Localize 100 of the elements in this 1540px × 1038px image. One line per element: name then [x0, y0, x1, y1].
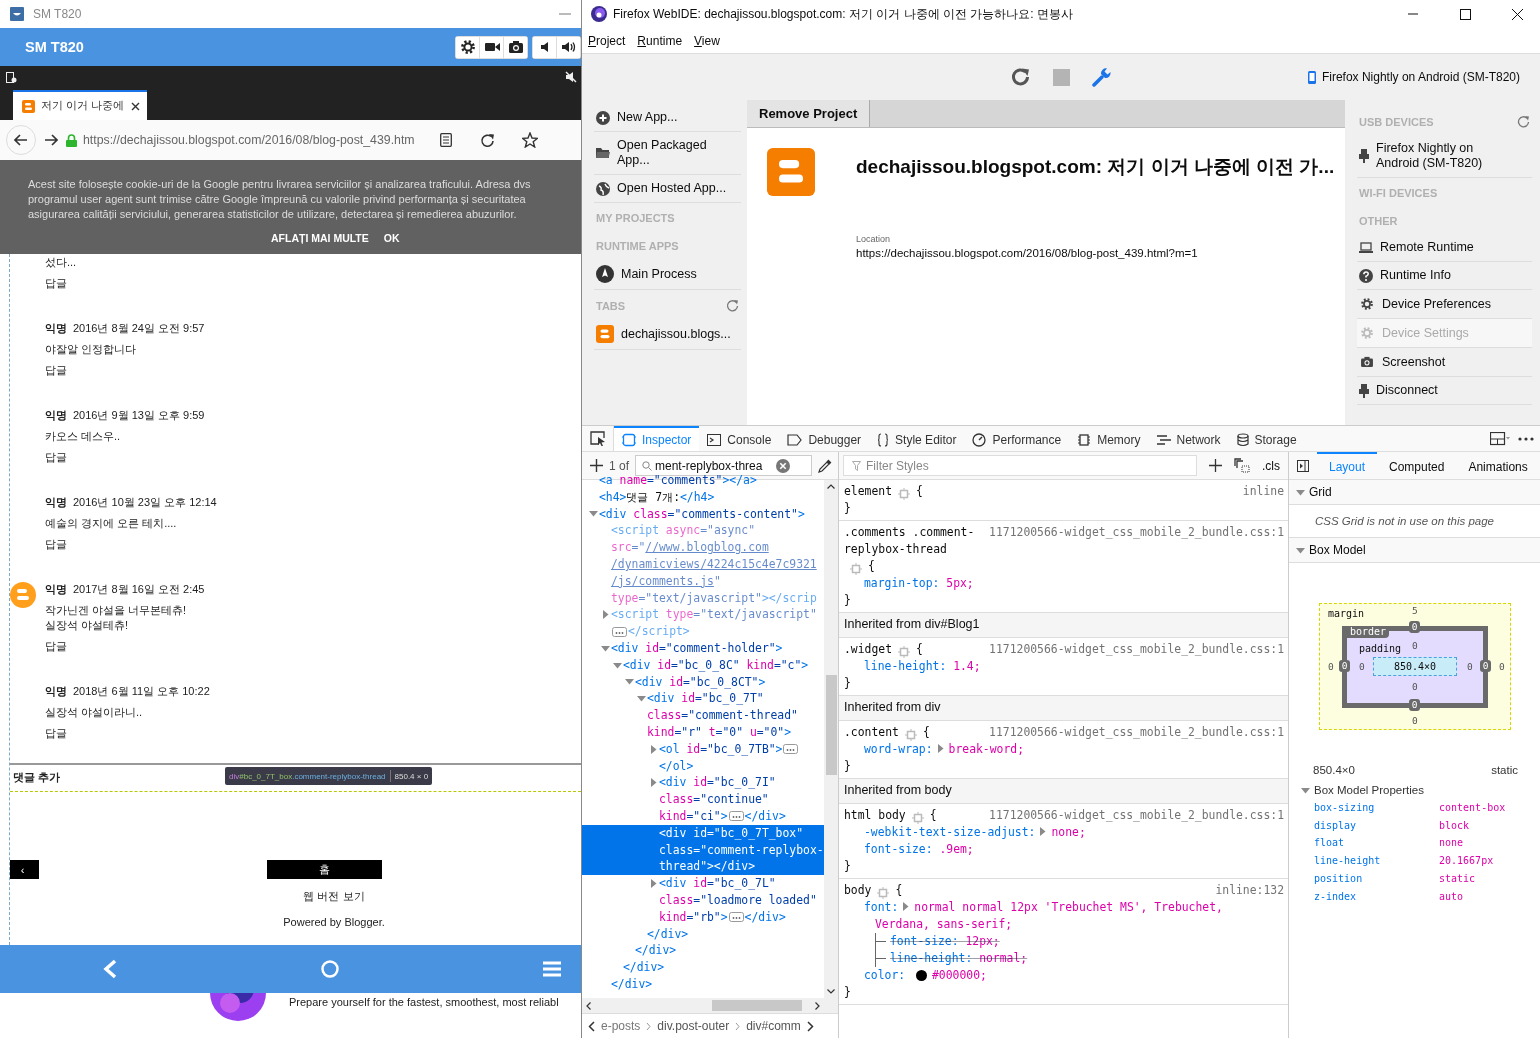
- rule-source[interactable]: 1171200566-widget_css_mobile_2_bundle.css:1: [989, 524, 1284, 541]
- chevron-right-icon[interactable]: [806, 1020, 814, 1032]
- sidebar-item[interactable]: Remote Runtime: [1357, 234, 1532, 262]
- box-value[interactable]: 5: [1412, 605, 1418, 617]
- box-value[interactable]: 0: [1467, 661, 1473, 673]
- add-node-icon[interactable]: [590, 459, 603, 472]
- box-value[interactable]: 0: [1412, 681, 1418, 693]
- collapse-icon[interactable]: [600, 643, 610, 653]
- volume-up-button[interactable]: [557, 36, 580, 58]
- devtools-tab[interactable]: Console: [699, 426, 780, 451]
- rule-source[interactable]: 1171200566-widget_css_mobile_2_bundle.css:1: [989, 724, 1284, 741]
- sidebar-item[interactable]: Main Process: [594, 259, 741, 290]
- markup-node[interactable]: <h4>댓글 7개:</h4>: [582, 488, 824, 506]
- refresh-icon[interactable]: [726, 299, 739, 312]
- close-icon[interactable]: [1511, 8, 1523, 20]
- color-swatch[interactable]: [916, 970, 927, 981]
- scrollbar[interactable]: [824, 480, 838, 998]
- home-button[interactable]: 홈: [267, 860, 382, 879]
- scrollbar-thumb[interactable]: [712, 1000, 802, 1011]
- sidebar-item[interactable]: Screenshot: [1357, 348, 1532, 377]
- expand-badge[interactable]: [728, 912, 744, 923]
- web-version-link[interactable]: 웹 버전 보기: [303, 890, 365, 902]
- refresh-icon[interactable]: [1517, 115, 1530, 128]
- expand-badge[interactable]: [728, 811, 744, 822]
- devtools-tab[interactable]: Style Editor: [869, 426, 965, 451]
- devtools-tab[interactable]: Inspector: [614, 426, 700, 451]
- border-value[interactable]: 0: [1409, 621, 1420, 633]
- expand-icon[interactable]: [901, 902, 911, 911]
- collapse-icon[interactable]: [1301, 785, 1310, 795]
- settings-button[interactable]: [456, 36, 479, 58]
- filter-field[interactable]: Filter Styles: [843, 455, 1197, 476]
- print-simulation-icon[interactable]: [1234, 458, 1250, 473]
- collapse-icon[interactable]: [1296, 545, 1305, 555]
- url-field[interactable]: https://dechajissou.blogspot.com/2016/08/blog-post_439.htm: [83, 133, 415, 147]
- expand-badge[interactable]: [783, 744, 799, 755]
- expand-icon[interactable]: [648, 744, 658, 754]
- previous-button[interactable]: ‹: [10, 860, 39, 879]
- rule-source[interactable]: 1171200566-widget_css_mobile_2_bundle.css:1: [989, 807, 1284, 824]
- reply-link[interactable]: 답글: [45, 537, 581, 552]
- scroll-left-icon[interactable]: [586, 1001, 591, 1010]
- collapse-icon[interactable]: [612, 660, 622, 670]
- collapse-icon[interactable]: [636, 694, 646, 704]
- box-value[interactable]: 0: [1412, 715, 1418, 727]
- scroll-right-icon[interactable]: [815, 1001, 820, 1010]
- search-field[interactable]: ment-replybox-threa: [635, 455, 812, 476]
- devtools-tab[interactable]: Storage: [1228, 426, 1305, 451]
- close-icon[interactable]: [131, 101, 140, 111]
- clear-icon[interactable]: [776, 458, 790, 473]
- markup-node[interactable]: <div id="comment-holder">: [582, 639, 824, 657]
- runtime-label[interactable]: Firefox Nightly on Android (SM-T820): [1321, 70, 1520, 84]
- record-button[interactable]: [480, 36, 503, 58]
- menu-item[interactable]: View: [694, 33, 720, 48]
- box-value[interactable]: 0: [1328, 661, 1334, 673]
- border-value[interactable]: 0: [1409, 699, 1420, 711]
- border-value[interactable]: 0: [1480, 660, 1491, 672]
- devtools-tab[interactable]: Performance: [964, 426, 1070, 451]
- expand-icon[interactable]: [648, 778, 658, 788]
- markup-node[interactable]: <div id="bc_0_7L" class="loadmore loaded" kind="rb"> </div>: [582, 875, 824, 926]
- sidebar-tab[interactable]: Computed: [1377, 452, 1457, 479]
- css-declaration[interactable]: line-height: 1.4;: [844, 658, 1284, 675]
- breadcrumb[interactable]: div#comm: [746, 1019, 801, 1033]
- section-title[interactable]: Box Model Properties: [1314, 784, 1424, 796]
- collapse-icon[interactable]: [1296, 487, 1305, 497]
- menu-item[interactable]: Project: [588, 33, 626, 48]
- maximize-icon[interactable]: [1459, 8, 1471, 20]
- box-value[interactable]: 0: [1412, 640, 1418, 652]
- section-title[interactable]: Box Model: [1309, 543, 1366, 557]
- home-icon[interactable]: [321, 960, 339, 978]
- sidebar-item[interactable]: Firefox Nightly on Android (SM-T820): [1357, 135, 1532, 178]
- scrollbar-thumb[interactable]: [826, 675, 837, 775]
- css-declaration[interactable]: -webkit-text-size-adjust: none;: [844, 824, 1284, 841]
- sidebar-item[interactable]: Open Hosted App...: [594, 175, 741, 203]
- css-declaration[interactable]: margin-top: 5px;: [844, 575, 1284, 592]
- expand-icon[interactable]: [648, 879, 658, 888]
- sidebar-item[interactable]: dechajissou.blogs...: [594, 319, 741, 350]
- css-declaration[interactable]: font-size: .9em;: [844, 841, 1284, 858]
- cookie-button[interactable]: AFLAȚI MAI MULTE: [271, 231, 369, 246]
- reply-link[interactable]: 답글: [45, 450, 581, 465]
- menu-icon[interactable]: [543, 961, 561, 977]
- remove-project-button[interactable]: Remove Project: [747, 100, 871, 127]
- css-declaration[interactable]: font: normal normal 12px 'Trebuchet MS', Trebuchet, Verdana, sans-serif;: [844, 899, 1284, 933]
- markup-node[interactable]: <div id="bc_0_8C" kind="c">: [582, 656, 824, 674]
- markup-node[interactable]: <script type="text/javascript" </script>: [582, 606, 824, 640]
- expand-icon[interactable]: [600, 610, 610, 620]
- box-value[interactable]: 0: [1499, 661, 1505, 673]
- markup-node[interactable]: <div id="bc_0_8CT">: [582, 673, 824, 691]
- css-declaration[interactable]: color: #000000;: [844, 967, 1284, 984]
- content-box[interactable]: 850.4×0: [1373, 657, 1457, 676]
- chevron-left-icon[interactable]: [588, 1020, 595, 1032]
- devtools-tab[interactable]: Debugger: [779, 426, 870, 451]
- section-title[interactable]: Grid: [1309, 485, 1332, 499]
- scroll-down-icon[interactable]: [827, 989, 835, 994]
- markup-node[interactable]: <script async="async" src="//www.blogblog.com /dynamicviews/4224c15c4e7c9321 /js/comments.js" type="text/javascript"></scrip: [582, 522, 824, 607]
- markup-node[interactable]: <div id="bc_0_7T" class="comment-thread" kind="r" t="0" u="0">: [582, 690, 824, 741]
- markup-node[interactable]: <ol id="bc_0_7TB"> </ol>: [582, 740, 824, 775]
- markup-node[interactable]: <div id="bc_0_7I" class="continue" kind="ci"> </div>: [582, 774, 824, 825]
- tools-button[interactable]: [1091, 67, 1112, 87]
- collapse-icon[interactable]: [588, 509, 598, 519]
- browser-tab[interactable]: 저기 이거 나중에: [13, 90, 147, 120]
- markup-node[interactable]: <div id="bc_0_7T_box" class="comment-replybox- thread"></div>: [582, 824, 824, 876]
